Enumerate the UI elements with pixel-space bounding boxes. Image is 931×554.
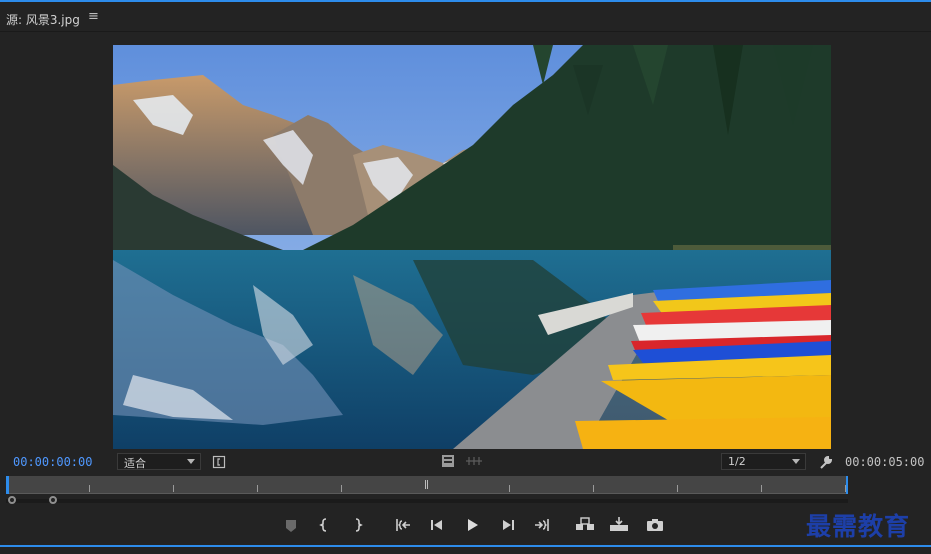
ruler-tick — [173, 485, 174, 492]
add-marker-icon[interactable] — [280, 515, 302, 535]
current-timecode[interactable]: 00:00:00:00 — [13, 455, 92, 469]
watermark-logo: 最需教育 — [806, 512, 911, 541]
zoom-start-handle[interactable] — [8, 496, 16, 504]
zoom-level-value: 适合 — [124, 457, 146, 470]
ruler-tick — [89, 485, 90, 492]
zoom-scroll-bar[interactable] — [6, 499, 848, 503]
source-viewer-image[interactable] — [113, 45, 831, 449]
header-divider — [0, 31, 931, 32]
landscape-image — [113, 45, 831, 449]
panel-bottom-bar — [0, 545, 931, 547]
step-back-icon[interactable] — [426, 515, 448, 535]
mark-out-icon[interactable] — [346, 515, 368, 535]
insert-bracket-icon[interactable] — [212, 455, 226, 469]
time-ruler[interactable] — [6, 476, 848, 493]
step-forward-icon[interactable] — [497, 515, 519, 535]
playhead[interactable] — [6, 476, 9, 494]
chevron-down-icon — [187, 459, 195, 464]
ruler-tick — [509, 485, 510, 492]
chevron-down-icon — [792, 459, 800, 464]
panel-header: 源: 风景3.jpg ≡ — [0, 2, 931, 32]
ruler-tick — [677, 485, 678, 492]
ruler-tick — [257, 485, 258, 492]
hamburger-icon[interactable]: ≡ — [88, 9, 99, 24]
playback-resolution-select[interactable]: 1/2 — [721, 453, 806, 470]
ruler-tick — [427, 480, 428, 489]
ruler-tick — [761, 485, 762, 492]
mark-in-icon[interactable] — [314, 515, 336, 535]
zoom-end-handle[interactable] — [49, 496, 57, 504]
ruler-tick — [593, 485, 594, 492]
export-frame-icon[interactable] — [644, 515, 666, 535]
playback-resolution-value: 1/2 — [728, 455, 746, 468]
ruler-baseline — [6, 493, 848, 494]
play-icon[interactable] — [461, 515, 483, 535]
ruler-tick — [425, 480, 426, 489]
ruler-tick — [341, 485, 342, 492]
insert-icon[interactable] — [574, 515, 596, 535]
overwrite-icon[interactable] — [608, 515, 630, 535]
wrench-icon[interactable] — [818, 454, 834, 470]
duration-timecode: 00:00:05:00 — [845, 455, 925, 469]
out-point-marker[interactable] — [846, 476, 848, 494]
safe-margins-icon[interactable] — [441, 454, 455, 468]
go-to-in-icon[interactable] — [392, 515, 414, 535]
zoom-level-select[interactable]: 适合 — [117, 453, 201, 470]
go-to-out-icon[interactable] — [531, 515, 553, 535]
multi-cam-icon[interactable] — [465, 455, 483, 467]
panel-title[interactable]: 源: 风景3.jpg — [6, 11, 80, 28]
